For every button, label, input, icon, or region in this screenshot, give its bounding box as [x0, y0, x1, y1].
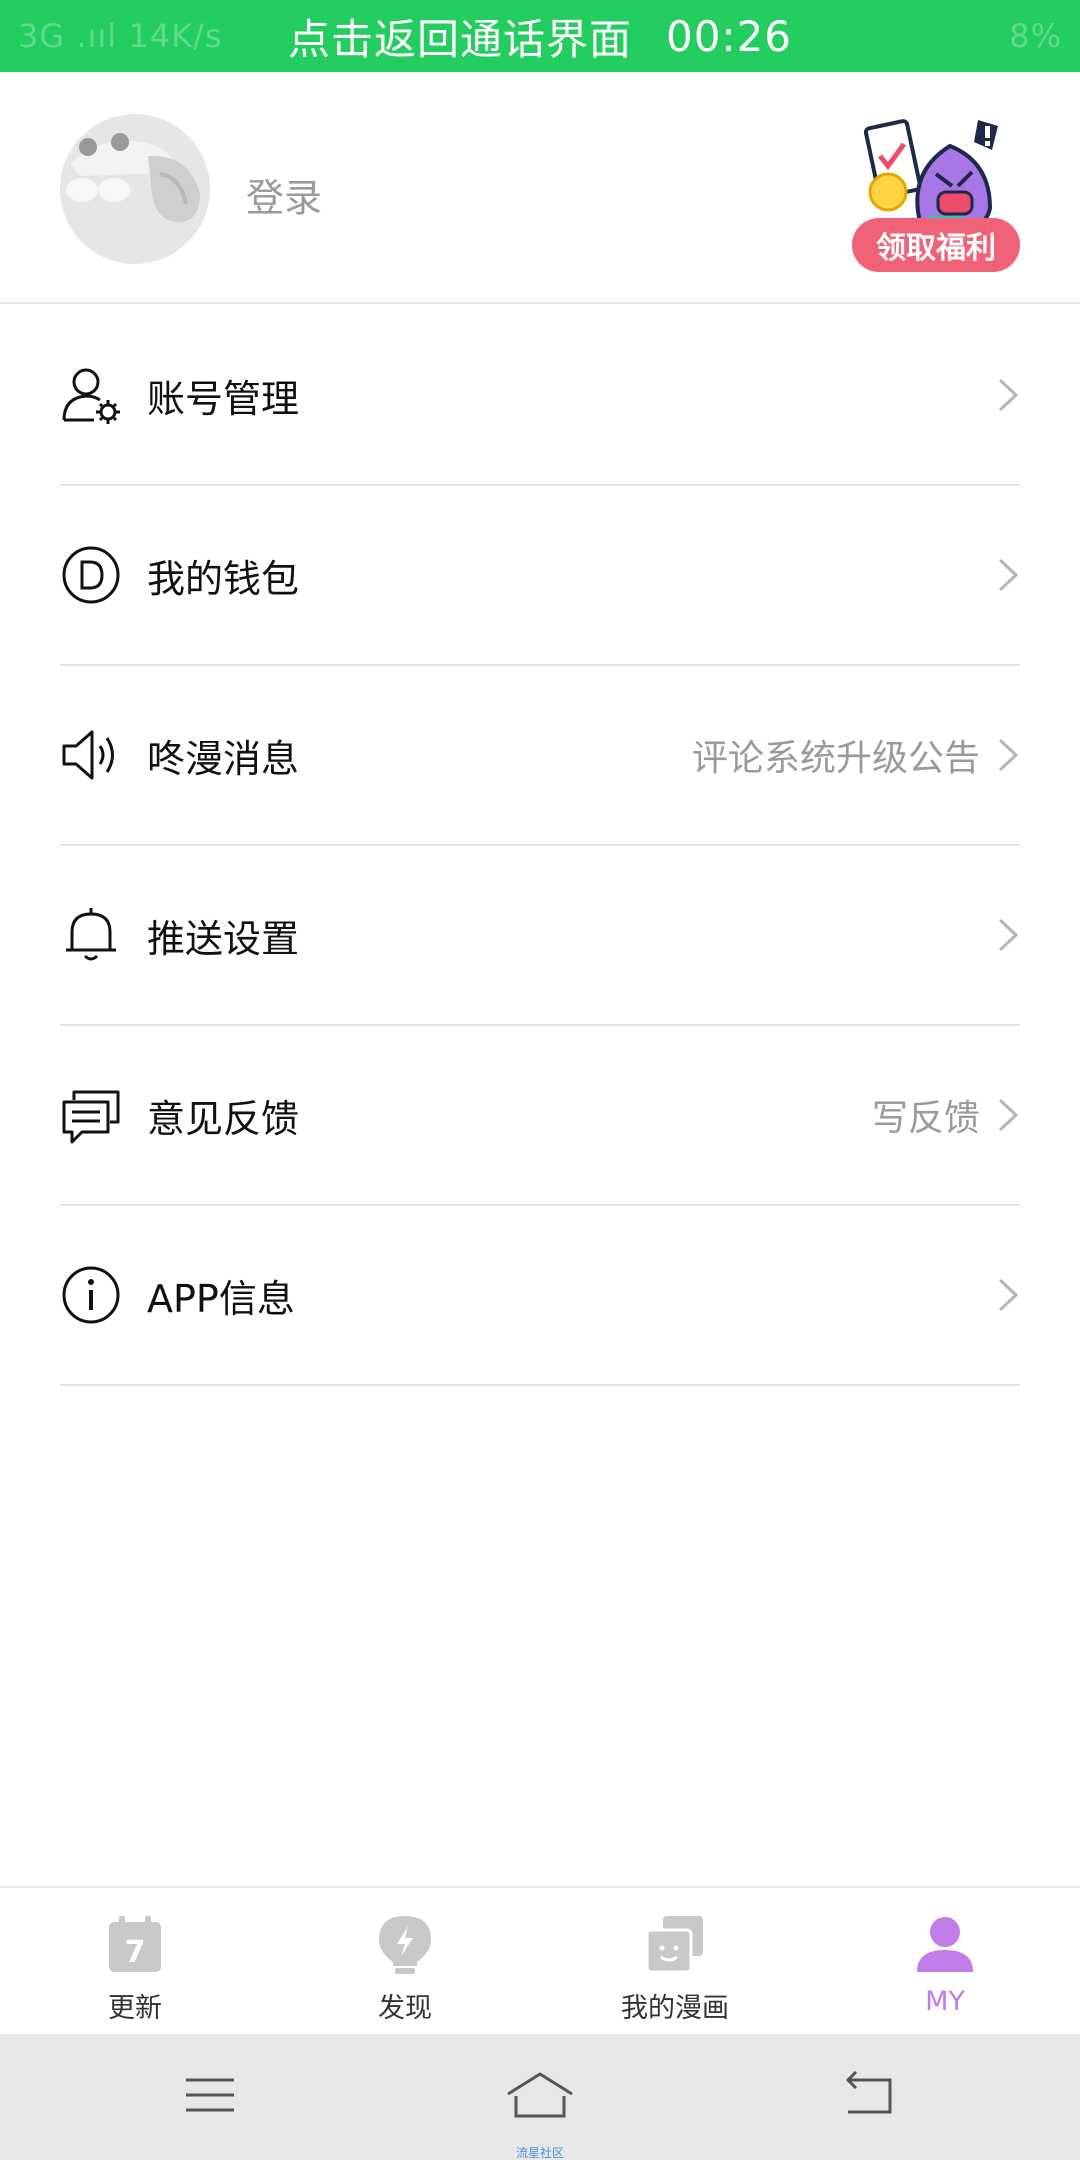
system-nav-bar: 流星社区: [0, 2034, 1080, 2160]
chevron-right-icon: [998, 558, 1019, 592]
menu-item-hint: 写反馈: [871, 1098, 980, 1139]
menu-item-hint: 评论系统升级公告: [691, 738, 980, 779]
chevron-right-icon: [998, 1278, 1019, 1312]
menu-item-label: 咚漫消息: [147, 736, 300, 781]
bottom-tab-bar: 7 更新 发现 我的漫画 MY: [0, 1886, 1080, 2034]
menu-icon[interactable]: [180, 2070, 240, 2120]
chevron-right-icon: [998, 1098, 1019, 1132]
chevron-right-icon: [998, 918, 1019, 952]
avatar[interactable]: [60, 114, 210, 264]
settings-menu: 账号管理 我的钱包 咚漫消息 评论系统升级公告 推送设置 意见反馈 写反馈 AP…: [0, 306, 1080, 1386]
home-icon[interactable]: [504, 2070, 576, 2120]
default-avatar-icon: [60, 114, 210, 264]
menu-item-label: 我的钱包: [147, 556, 300, 601]
bell-icon: [60, 904, 122, 966]
back-icon[interactable]: [840, 2070, 900, 2120]
login-link[interactable]: 登录: [246, 167, 322, 222]
speaker-icon: [60, 724, 122, 786]
wallet-icon: [60, 544, 122, 606]
tab-my[interactable]: MY: [810, 1888, 1080, 2034]
person-icon: [917, 1917, 973, 1972]
tab-discover[interactable]: 发现: [270, 1888, 540, 2034]
nav-caption: 流星社区: [515, 2146, 564, 2160]
menu-item-app-info[interactable]: APP信息: [60, 1206, 1020, 1386]
menu-item-account[interactable]: 账号管理: [60, 306, 1020, 486]
menu-item-messages[interactable]: 咚漫消息 评论系统升级公告: [60, 666, 1020, 846]
tab-update[interactable]: 7 更新: [0, 1888, 270, 2034]
calendar-icon: 7: [109, 1916, 161, 1972]
tab-label: 更新: [108, 1993, 162, 2024]
tab-label: 发现: [378, 1993, 432, 2024]
menu-item-feedback[interactable]: 意见反馈 写反馈: [60, 1026, 1020, 1206]
call-timer: 00:26: [665, 11, 793, 61]
call-banner-text: 点击返回通话界面: [287, 14, 632, 64]
info-icon: [60, 1264, 122, 1326]
calendar-badge: 7: [125, 1935, 146, 1970]
profile-header: 登录 领取福利: [0, 72, 1080, 304]
battery-status: 8%: [1009, 17, 1062, 55]
menu-item-label: 意见反馈: [147, 1096, 300, 1141]
return-to-call-banner[interactable]: 3G .ııl 14K/s 点击返回通话界面 00:26 8%: [0, 0, 1080, 72]
chevron-right-icon: [998, 738, 1019, 772]
menu-item-label: 推送设置: [147, 916, 300, 961]
tab-my-comics[interactable]: 我的漫画: [540, 1888, 810, 2034]
tab-label: MY: [925, 1986, 965, 2017]
lightbulb-icon: [379, 1916, 431, 1974]
menu-item-push-settings[interactable]: 推送设置: [60, 846, 1020, 1026]
feedback-icon: [60, 1084, 122, 1146]
menu-item-label: 账号管理: [147, 376, 300, 421]
comics-icon: [645, 1916, 703, 1974]
network-status: 3G .ııl 14K/s: [18, 17, 223, 55]
chevron-right-icon: [998, 378, 1019, 412]
tab-label: 我的漫画: [621, 1993, 729, 2024]
claim-welfare-button[interactable]: 领取福利: [852, 218, 1020, 272]
menu-item-wallet[interactable]: 我的钱包: [60, 486, 1020, 666]
account-settings-icon: [60, 364, 122, 426]
menu-item-label: APP信息: [147, 1276, 295, 1321]
